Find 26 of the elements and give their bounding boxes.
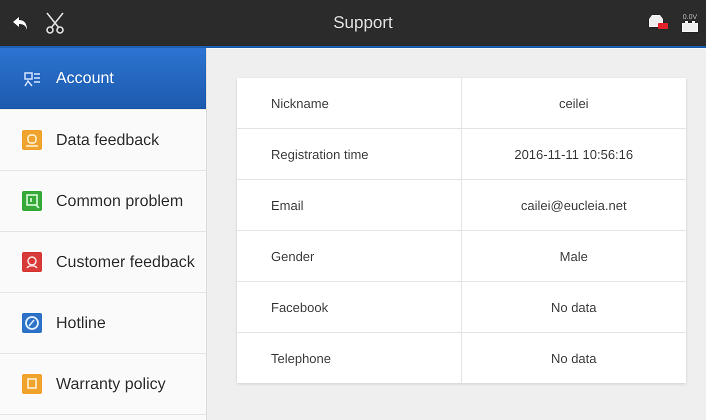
sidebar-item[interactable]: Data feedback	[0, 110, 206, 171]
back-icon[interactable]	[12, 14, 30, 32]
scissors-icon[interactable]	[44, 11, 66, 35]
field-value: Male	[558, 248, 589, 266]
sidebar-item[interactable]: Hotline	[0, 293, 206, 354]
field-label: Gender	[237, 231, 462, 281]
window-title: Support	[332, 13, 394, 33]
sidebar-item[interactable]: Customer feedback	[0, 232, 206, 293]
sidebar-item[interactable]: Common problem	[0, 171, 206, 232]
field-value: No data	[550, 350, 598, 368]
field-value: 2016-11-11 10:56:16	[513, 146, 634, 164]
battery-icon	[682, 21, 698, 32]
field-label: Registration time	[237, 129, 462, 179]
field-value: cailei@eucleia.net	[520, 196, 628, 214]
field-label: Facebook	[237, 282, 462, 332]
field-label: Nickname	[237, 78, 462, 128]
question-screen-icon	[22, 191, 42, 211]
sidebar-item[interactable]: Warranty policy	[0, 354, 206, 415]
field-value: No data	[550, 298, 598, 316]
field-label: Telephone	[237, 333, 462, 383]
sidebar-item[interactable]: Account	[0, 48, 206, 110]
car-connection-icon	[646, 14, 670, 32]
document-icon	[22, 374, 42, 394]
headset-person-icon	[22, 252, 42, 272]
field-label: Email	[237, 180, 462, 230]
field-value: ceilei	[558, 94, 590, 112]
